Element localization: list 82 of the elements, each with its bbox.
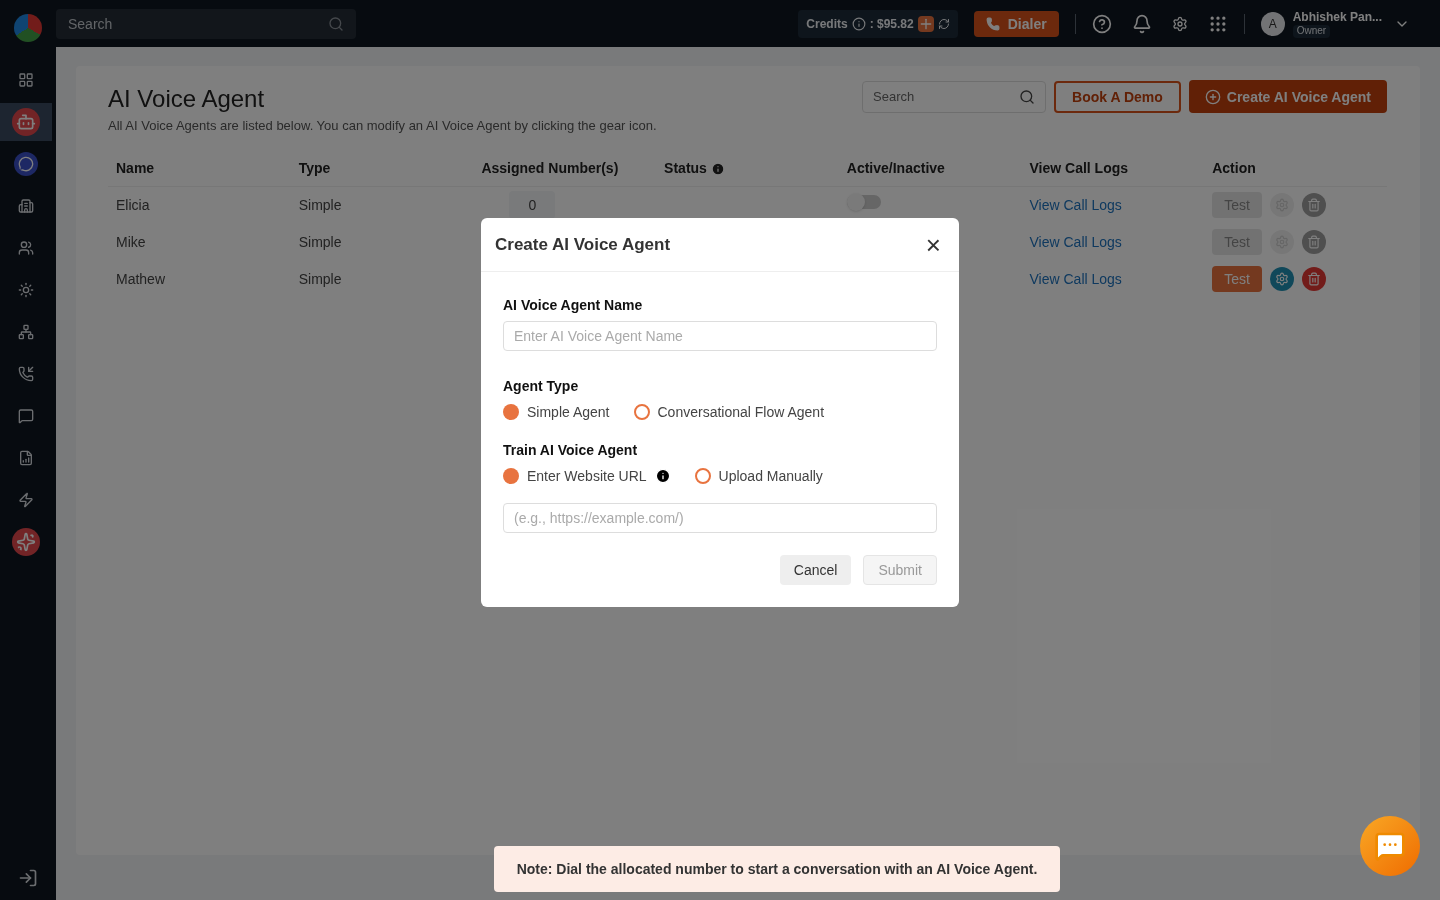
building-icon (18, 198, 34, 214)
table-cell: Elicia (116, 197, 150, 214)
search-placeholder: Search (873, 88, 915, 107)
chat-icon (1374, 830, 1406, 862)
test-button[interactable]: Test (1212, 266, 1262, 292)
agent-name-field[interactable]: Enter AI Voice Agent Name (503, 321, 937, 351)
credits-amount: : $95.82 (869, 15, 914, 32)
robot-icon (12, 108, 40, 136)
delete-button[interactable] (1301, 267, 1326, 291)
radio-button[interactable] (633, 404, 650, 420)
radio-button[interactable] (503, 404, 519, 420)
create-agent-button[interactable]: Create AI Voice Agent (1188, 80, 1387, 113)
plus-icon (1204, 88, 1221, 105)
refresh-icon[interactable] (937, 17, 950, 30)
table-cell: Mike (116, 234, 146, 250)
page-title: AI Voice Agent (108, 84, 266, 114)
delete-button[interactable] (1301, 193, 1326, 218)
gear-icon (1274, 235, 1289, 249)
field-label: AI Voice Agent Name (503, 296, 644, 315)
radio-button[interactable] (694, 468, 711, 484)
info-icon (851, 16, 866, 31)
note-text: Note: Dial the allocated number to start a conversation with an AI Voice Agent. (516, 860, 1038, 879)
search-icon (1019, 89, 1036, 105)
book-demo-button[interactable]: Book A Demo (1054, 81, 1181, 113)
table-cell: Simple (298, 271, 342, 287)
radio-label: Conversational Flow Agent (657, 403, 825, 422)
assigned-number: 0 (509, 191, 556, 220)
close-button[interactable]: × (925, 231, 945, 258)
trash-icon (1306, 272, 1321, 286)
website-url-field[interactable]: (e.g., https://example.com/) (503, 503, 937, 533)
search-placeholder: Search (68, 14, 113, 34)
sidebar-item[interactable] (0, 103, 52, 141)
phone-icon (18, 366, 34, 382)
report-icon (18, 450, 34, 466)
agent-search-field[interactable]: Search (862, 81, 1047, 113)
credits-label: Credits (806, 15, 848, 32)
radio-button[interactable] (503, 468, 519, 484)
table-cell: Simple (298, 234, 342, 250)
lightning-icon (18, 492, 34, 508)
phone-icon (985, 16, 1000, 31)
sun-icon (18, 282, 34, 298)
dialog-title: Create AI Voice Agent (495, 233, 671, 256)
table-cell: Mathew (116, 271, 166, 287)
cancel-button[interactable]: Cancel (779, 555, 852, 585)
page-subtitle: All AI Voice Agents are listed below. You can modify an AI Voice Agent by clicking the gear icon. (108, 117, 657, 135)
user-role: Owner (1292, 25, 1331, 38)
bell-icon[interactable] (1131, 13, 1152, 34)
call-logs-link[interactable]: View Call Logs (1029, 271, 1122, 287)
dialer-button[interactable]: Dialer (973, 10, 1059, 37)
people-icon (18, 240, 34, 256)
help-icon[interactable] (1091, 13, 1112, 34)
dashboard-icon (18, 72, 34, 88)
trash-icon (1306, 198, 1321, 213)
radio-label: Simple Agent (527, 403, 610, 422)
settings-icon[interactable] (1171, 15, 1188, 32)
message-icon (18, 408, 34, 424)
user-avatar[interactable]: A (1260, 11, 1285, 36)
delete-button[interactable] (1301, 230, 1326, 254)
column-header: Status (664, 159, 707, 176)
table-cell: Simple (298, 197, 342, 214)
radio-label: Enter Website URL (527, 467, 647, 486)
gear-icon (1274, 198, 1289, 213)
sparkle-icon (12, 528, 40, 556)
search-icon (328, 15, 344, 32)
trash-icon (1306, 235, 1321, 249)
column-header: Type (298, 159, 331, 176)
flow-icon (18, 324, 34, 340)
user-name: Abhishek Pan... (1292, 9, 1382, 26)
column-header: View Call Logs (1029, 159, 1129, 176)
column-header: Action (1212, 159, 1256, 176)
expand-sidebar-icon[interactable] (18, 868, 38, 888)
column-header: Active/Inactive (846, 159, 945, 176)
add-credits-icon[interactable] (917, 15, 934, 32)
gear-icon (1274, 272, 1289, 286)
info-icon (710, 162, 725, 177)
search-field[interactable]: Search (56, 8, 356, 39)
settings-button[interactable] (1269, 267, 1294, 291)
field-label: Agent Type (503, 377, 580, 396)
radio-label: Upload Manually (718, 467, 823, 486)
column-header: Name (116, 159, 155, 176)
field-label: Train AI Voice Agent (503, 441, 639, 460)
column-header: Assigned Number(s) (481, 159, 619, 176)
